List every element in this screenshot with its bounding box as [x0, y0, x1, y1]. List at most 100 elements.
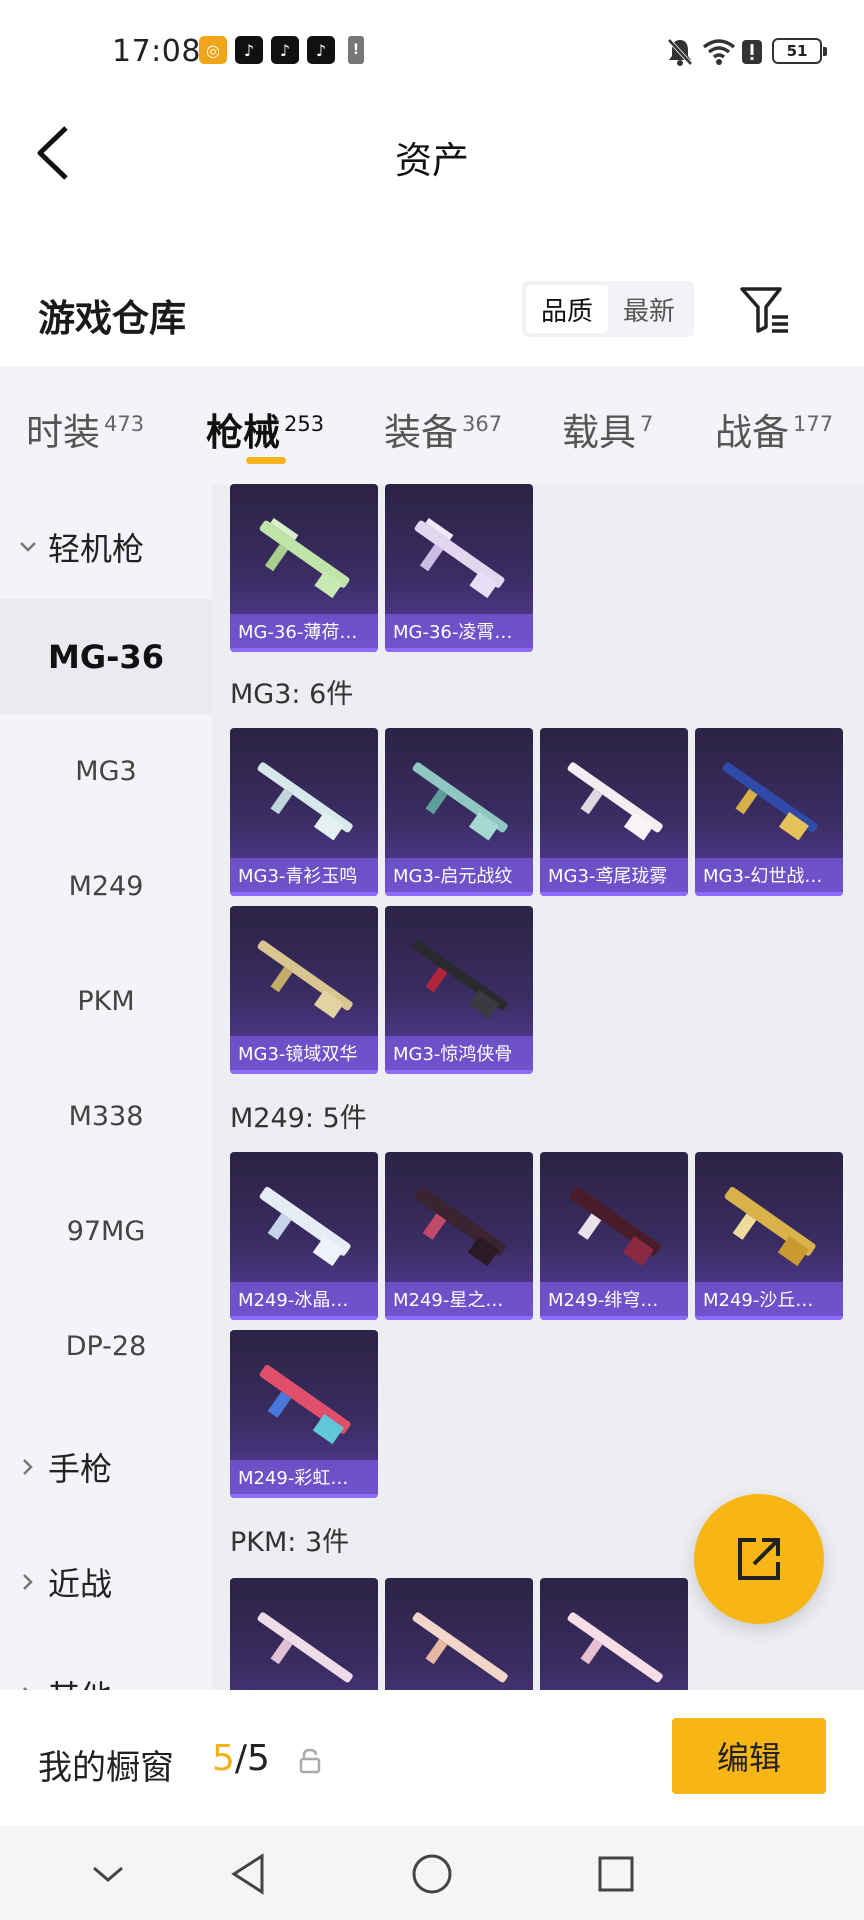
- edit-button[interactable]: 编辑: [672, 1718, 826, 1794]
- gun-icon: [414, 517, 505, 599]
- gun-icon: [412, 940, 508, 1019]
- category-tabs: 时装 473 枪械 253 装备 367 载具 7 战备 177: [0, 366, 864, 484]
- nav-recents-button[interactable]: [586, 1844, 646, 1904]
- tiktok-icon: ♪: [307, 36, 335, 64]
- weapon-card[interactable]: MG-36-薄荷…: [230, 484, 378, 652]
- gun-icon: [259, 1186, 351, 1267]
- sort-quality-button[interactable]: 品质: [526, 285, 608, 333]
- weapon-card[interactable]: M249-冰晶…: [230, 1152, 378, 1320]
- alert-icon: [741, 36, 763, 68]
- gun-icon: [722, 762, 818, 841]
- tab-equipment[interactable]: 装备 367: [384, 402, 502, 456]
- sidebar-group-label: 其他: [48, 1672, 112, 1690]
- sidebar-item-pkm[interactable]: PKM: [0, 944, 212, 1059]
- weapon-card-label: MG-36-凌霄…: [385, 614, 533, 648]
- sidebar-group-pistol[interactable]: 手枪: [18, 1444, 112, 1490]
- wifi-icon: [702, 36, 736, 68]
- weapon-card-label: MG3-惊鸿侠骨: [385, 1036, 533, 1070]
- weapon-card-label: MG3-鸢尾珑雾: [540, 858, 688, 892]
- share-icon: [738, 1538, 780, 1580]
- weapon-card[interactable]: [230, 1578, 378, 1690]
- weapon-card-label: MG3-镜域双华: [230, 1036, 378, 1070]
- gun-icon: [567, 1612, 663, 1683]
- nav-home-button[interactable]: [402, 1844, 462, 1904]
- sidebar-group-melee[interactable]: 近战: [18, 1559, 112, 1605]
- weapon-card[interactable]: M249-沙丘…: [695, 1152, 843, 1320]
- weapon-card[interactable]: M249-彩虹…: [230, 1330, 378, 1498]
- status-time: 17:08: [112, 34, 201, 69]
- sidebar-item-dp28[interactable]: DP-28: [0, 1289, 212, 1404]
- warning-icon: !: [348, 36, 364, 64]
- rarity-bar: [230, 1070, 378, 1074]
- collapse-nav-button[interactable]: [78, 1844, 138, 1904]
- rarity-bar: [385, 648, 533, 652]
- home-circle-icon: [412, 1854, 452, 1894]
- weapon-card-label: MG3-青衫玉鸣: [230, 858, 378, 892]
- weapon-card[interactable]: MG3-启元战纹: [385, 728, 533, 896]
- sort-newest-button[interactable]: 最新: [608, 285, 690, 333]
- gun-icon: [569, 1186, 661, 1267]
- sidebar-group-other[interactable]: 其他: [18, 1672, 112, 1690]
- share-export-button[interactable]: [694, 1494, 824, 1624]
- rarity-bar: [230, 648, 378, 652]
- gun-icon: [259, 1364, 351, 1445]
- weapon-card[interactable]: MG-36-凌霄…: [385, 484, 533, 652]
- gun-icon: [257, 762, 353, 841]
- rarity-bar: [540, 892, 688, 896]
- tab-vehicles[interactable]: 载具 7: [562, 402, 653, 456]
- weapon-card-label: MG-36-薄荷…: [230, 614, 378, 648]
- sidebar-item-97mg[interactable]: 97MG: [0, 1174, 212, 1289]
- tab-supplies[interactable]: 战备 177: [715, 402, 833, 456]
- rarity-bar: [230, 892, 378, 896]
- sidebar-item-mg3[interactable]: MG3: [0, 714, 212, 829]
- gun-icon: [412, 1612, 508, 1683]
- filter-icon[interactable]: [738, 283, 792, 337]
- weapon-card[interactable]: M249-星之…: [385, 1152, 533, 1320]
- sidebar-group-label: 近战: [48, 1565, 113, 1603]
- page-title: 资产: [395, 139, 469, 182]
- nav-back-button[interactable]: [218, 1844, 278, 1904]
- showcase-label: 我的橱窗: [38, 1748, 174, 1788]
- rarity-bar: [385, 1070, 533, 1074]
- sidebar-item-mg36[interactable]: MG-36: [0, 599, 212, 714]
- weapon-card[interactable]: MG3-幻世战…: [695, 728, 843, 896]
- lock-icon: [299, 1748, 321, 1774]
- chevron-down-icon: [20, 542, 36, 552]
- weapon-card[interactable]: M249-绯穹…: [540, 1152, 688, 1320]
- tiktok-icon: ♪: [271, 36, 299, 64]
- section-title-m249: M249: 5件: [230, 1103, 367, 1134]
- gun-icon: [414, 1186, 506, 1267]
- active-tab-indicator: [246, 457, 286, 464]
- weapon-card[interactable]: MG3-惊鸿侠骨: [385, 906, 533, 1074]
- sidebar-item-m249[interactable]: M249: [0, 829, 212, 944]
- warehouse-title: 游戏仓库: [38, 297, 186, 340]
- showcase-count: 5/5: [212, 1738, 270, 1779]
- section-title-pkm: PKM: 3件: [230, 1527, 350, 1558]
- sort-toggle: 品质 最新: [522, 281, 694, 337]
- sidebar-group-lmg[interactable]: 轻机枪: [18, 524, 144, 570]
- weapon-card[interactable]: MG3-鸢尾珑雾: [540, 728, 688, 896]
- sidebar-item-m338[interactable]: M338: [0, 1059, 212, 1174]
- tab-firearms[interactable]: 枪械 253: [206, 402, 324, 456]
- weapon-card-label: M249-彩虹…: [230, 1460, 378, 1494]
- status-bar: 17:08 ◎ ♪ ♪ ♪ ! 51: [0, 0, 864, 104]
- rarity-bar: [385, 1316, 533, 1320]
- section-title-mg3: MG3: 6件: [230, 679, 354, 710]
- rarity-bar: [230, 1316, 378, 1320]
- gun-icon: [259, 517, 350, 599]
- tab-fashion[interactable]: 时装 473: [26, 402, 144, 456]
- gun-icon: [724, 1186, 816, 1267]
- weapon-card-label: MG3-幻世战…: [695, 858, 843, 892]
- chevron-right-icon: [23, 1459, 33, 1475]
- weapon-card[interactable]: [540, 1578, 688, 1690]
- gun-icon: [567, 762, 663, 841]
- system-nav-bar: [0, 1826, 864, 1920]
- weapon-card[interactable]: MG3-青衫玉鸣: [230, 728, 378, 896]
- weapon-card-label: M249-冰晶…: [230, 1282, 378, 1316]
- weapon-card[interactable]: MG3-镜域双华: [230, 906, 378, 1074]
- mute-bell-icon: [666, 36, 694, 68]
- weapon-card[interactable]: [385, 1578, 533, 1690]
- rarity-bar: [695, 892, 843, 896]
- weapon-card-label: MG3-启元战纹: [385, 858, 533, 892]
- rarity-bar: [695, 1316, 843, 1320]
